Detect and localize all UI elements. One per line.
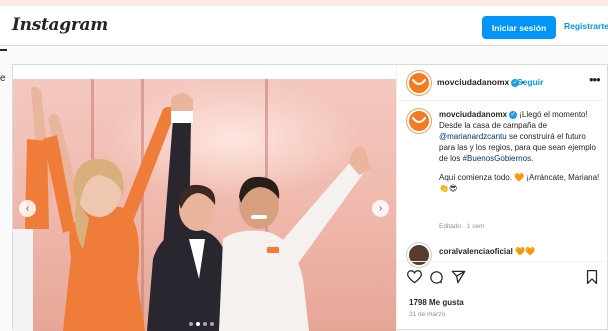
- side-dash: [0, 49, 7, 51]
- photo-people-illustration: [13, 86, 371, 331]
- save-icon[interactable]: [586, 270, 598, 284]
- comment-icon[interactable]: [429, 270, 444, 285]
- post-date: 31 de marzo: [409, 311, 446, 318]
- share-icon[interactable]: [451, 270, 466, 284]
- comment-username[interactable]: coralvalenciaoficial 🧡🧡: [439, 247, 535, 256]
- caption-username[interactable]: movciudadanomx: [439, 110, 507, 119]
- logo-smile-icon: [412, 78, 426, 86]
- carousel-indicator: [189, 322, 214, 326]
- logo-smile-icon: [412, 116, 426, 124]
- post-caption: movciudadanomx ✓ ¡Llegó el momento! Desde…: [439, 109, 604, 202]
- side-letter: e: [0, 73, 6, 84]
- chevron-right-icon[interactable]: ›: [372, 200, 389, 217]
- login-button[interactable]: Iniciar sesión: [482, 16, 556, 39]
- top-header: Instagram Iniciar sesión Registrarte: [0, 6, 608, 46]
- caption-line-2: Aquí comienza todo. 🧡 ¡Arráncate, Marian…: [439, 173, 600, 193]
- post-photo[interactable]: ‹ ›: [13, 79, 396, 331]
- instagram-logo[interactable]: Instagram: [12, 15, 108, 35]
- caption-text-3: .: [531, 154, 534, 163]
- post-card: ‹ › movciudadanomx ✓ • Seguir ••• movciu…: [12, 64, 608, 331]
- caption-avatar[interactable]: [407, 109, 431, 133]
- caption-mention[interactable]: @marianardzcantu: [439, 132, 507, 141]
- carousel-dot-active: [196, 322, 200, 326]
- action-bar: 1798 Me gusta 31 de marzo: [397, 261, 608, 331]
- follow-button[interactable]: Seguir: [517, 77, 543, 87]
- post-username[interactable]: movciudadanomx ✓ •: [437, 77, 525, 87]
- verified-icon: ✓: [509, 110, 518, 119]
- more-icon[interactable]: •••: [589, 72, 601, 87]
- likes-count[interactable]: 1798 Me gusta: [409, 298, 464, 307]
- carousel-dot: [189, 322, 193, 326]
- post-header: movciudadanomx ✓ • Seguir •••: [397, 65, 608, 101]
- carousel-dot: [203, 322, 207, 326]
- caption-hashtag[interactable]: #BuenosGobiernos: [463, 154, 532, 163]
- heart-icon[interactable]: [407, 270, 422, 284]
- register-link[interactable]: Registrarte: [564, 21, 608, 31]
- carousel-dot: [210, 322, 214, 326]
- chevron-left-icon[interactable]: ‹: [19, 200, 36, 217]
- avatar[interactable]: [407, 71, 431, 95]
- edited-label: Editado · 1 sem: [439, 223, 485, 230]
- username-text: movciudadanomx: [437, 77, 510, 87]
- post-info-panel: movciudadanomx ✓ • Seguir ••• movciudadan…: [396, 65, 608, 331]
